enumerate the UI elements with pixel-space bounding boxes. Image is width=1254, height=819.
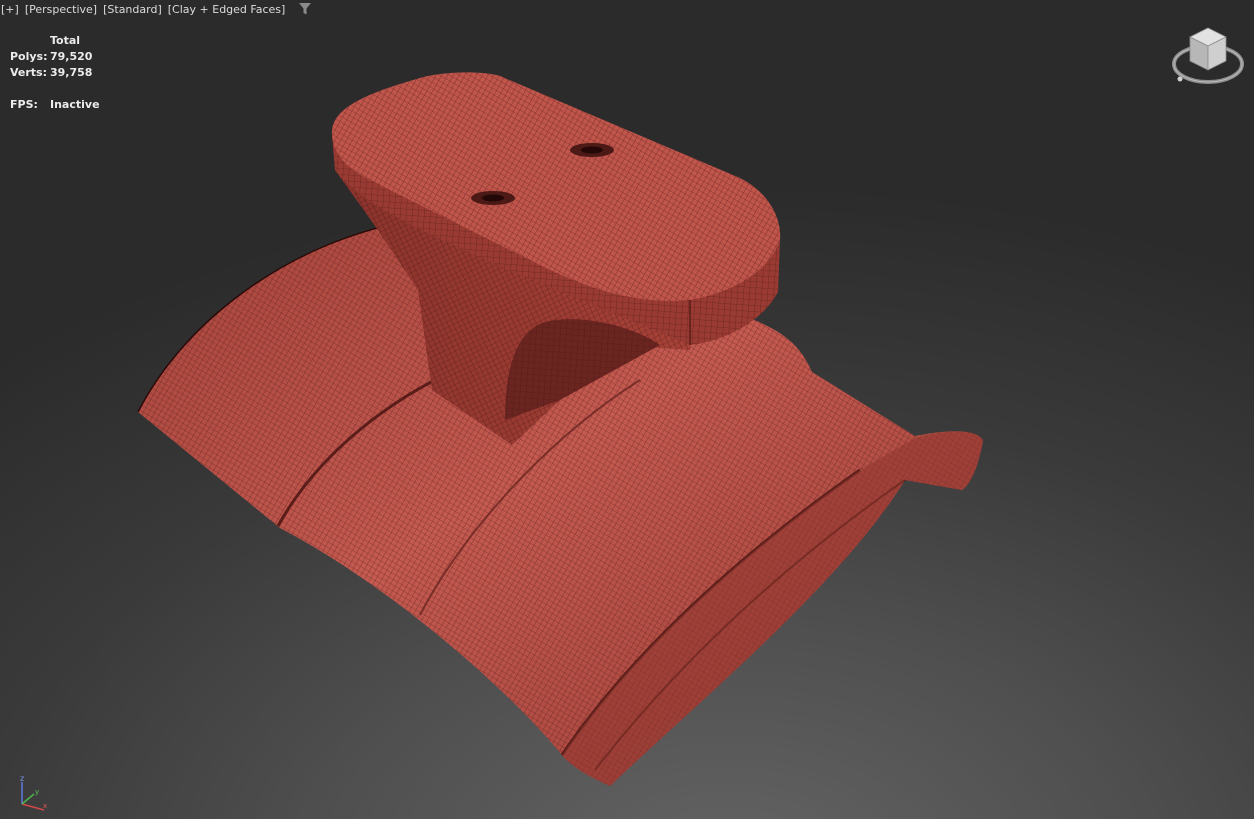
axis-z-label: z (20, 774, 24, 783)
axis-tripod-icon: z y x (20, 774, 47, 811)
axis-x-label: x (43, 802, 47, 810)
axis-y-label: y (35, 788, 39, 796)
mesh-viewport-render[interactable] (0, 0, 1254, 819)
viewcube-icon[interactable] (1168, 24, 1248, 92)
